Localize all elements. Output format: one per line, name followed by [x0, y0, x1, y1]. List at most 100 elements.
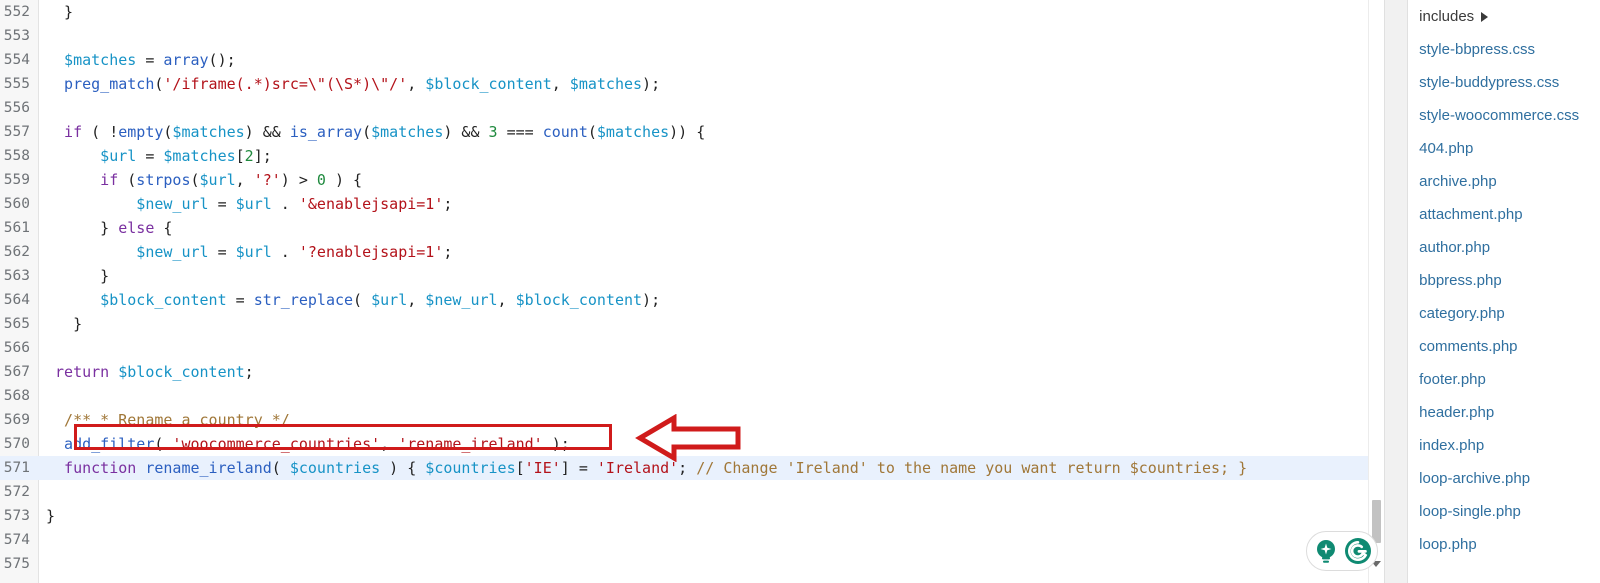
file-tree-file[interactable]: loop-single.php [1407, 495, 1600, 528]
file-tree-folder[interactable]: includes [1407, 0, 1600, 33]
code-token: 'Ireland' [596, 459, 679, 477]
file-item-label: attachment.php [1419, 206, 1523, 223]
code-token: 3 [488, 123, 498, 141]
code-token: count [542, 123, 588, 141]
file-tree-file[interactable]: bbpress.php [1407, 264, 1600, 297]
file-tree-file[interactable]: category.php [1407, 297, 1600, 330]
code-line[interactable]: 553 [0, 24, 1384, 48]
code-line[interactable]: 570 add_filter( 'woocommerce_countries', … [0, 432, 1384, 456]
file-item-label: style-woocommerce.css [1419, 107, 1580, 124]
code-token: , [235, 171, 254, 189]
code-line[interactable]: 571 function rename_ireland( $countries )… [0, 456, 1385, 480]
code-line[interactable]: 567 return $block_content; [0, 360, 1384, 384]
code-line[interactable]: 556 [0, 96, 1384, 120]
code-line[interactable]: 555 preg_match('/iframe(.*)src=\"(\S*)\"/… [0, 72, 1384, 96]
code-editor-pane[interactable]: 552} 553 554 $matches = array(); 555 preg_mat… [0, 0, 1385, 583]
chevron-right-icon[interactable] [1481, 12, 1489, 23]
code-line[interactable]: 557 if ( !empty($matches) && is_array($ma… [0, 120, 1384, 144]
code-token: (); [208, 51, 236, 69]
code-line[interactable]: 565} [0, 312, 1384, 336]
code-token: $block_content [515, 291, 643, 309]
code-line[interactable]: 573} [0, 504, 1384, 528]
file-list[interactable]: includes style-bbpress.css style-buddypres… [1407, 0, 1600, 583]
code-token: if [64, 123, 83, 141]
grammarly-widget[interactable] [1306, 531, 1378, 571]
code-line-text: } [46, 504, 55, 528]
line-number: 559 [3, 172, 30, 188]
code-token: str_replace [253, 291, 354, 309]
file-tree-file[interactable]: attachment.php [1407, 198, 1600, 231]
code-line[interactable]: 569 /** * Rename a country */ [0, 408, 1384, 432]
code-token: $matches [371, 123, 444, 141]
line-number: 572 [3, 484, 30, 500]
code-line[interactable]: 575 [0, 552, 1384, 576]
code-line[interactable]: 552} [0, 0, 1384, 24]
file-tree-file[interactable]: style-buddypress.css [1407, 66, 1600, 99]
file-tree-file[interactable]: index.php [1407, 429, 1600, 462]
code-line[interactable]: 559 if (strpos($url, '?') > 0 ) { [0, 168, 1384, 192]
code-token: /** * Rename a country */ [64, 411, 290, 429]
file-tree-file[interactable]: style-woocommerce.css [1407, 99, 1600, 132]
code-token: = [208, 195, 236, 213]
code-token: ( [353, 291, 372, 309]
code-token: ) && [443, 123, 489, 141]
file-item-label: style-bbpress.css [1419, 41, 1536, 58]
code-token: 'IE' [524, 459, 561, 477]
code-line[interactable]: 563} [0, 264, 1384, 288]
code-token: '&enablejsapi=1' [298, 195, 444, 213]
line-number: 569 [3, 412, 30, 428]
file-tree-file[interactable]: 404.php [1407, 132, 1600, 165]
code-line[interactable]: 561} else { [0, 216, 1384, 240]
file-tree-file[interactable]: header.php [1407, 396, 1600, 429]
file-tree-file[interactable]: archive.php [1407, 165, 1600, 198]
code-token: [ [515, 459, 525, 477]
code-token: is_array [289, 123, 363, 141]
editor-scrollbar-thumb[interactable] [1372, 500, 1382, 543]
file-tree-file[interactable]: comments.php [1407, 330, 1600, 363]
code-content[interactable]: 552} 553 554 $matches = array(); 555 preg_mat… [0, 0, 1385, 583]
line-number: 563 [3, 268, 30, 284]
line-number: 574 [3, 532, 30, 548]
grammarly-logo-icon[interactable] [1343, 536, 1373, 566]
file-tree-file[interactable]: author.php [1407, 231, 1600, 264]
line-number: 556 [3, 100, 30, 116]
code-token: === [497, 123, 543, 141]
file-tree-file[interactable]: loop.php [1407, 528, 1600, 561]
code-line[interactable]: 564 $block_content = str_replace( $url, $… [0, 288, 1384, 312]
line-number: 564 [3, 292, 30, 308]
code-token: $block_content [425, 75, 552, 93]
code-token: preg_match [64, 75, 155, 93]
code-line[interactable]: 560 $new_url = $url . '&enablejsapi=1'; [0, 192, 1384, 216]
code-line[interactable]: 554 $matches = array(); [0, 48, 1384, 72]
code-token: $matches [596, 123, 670, 141]
code-token: $block_content [100, 291, 227, 309]
code-token: } [100, 219, 119, 237]
line-number: 561 [3, 220, 30, 236]
line-number: 570 [3, 436, 30, 452]
code-line[interactable]: 566 [0, 336, 1384, 360]
code-token: $url [199, 171, 236, 189]
code-line[interactable]: 568 [0, 384, 1384, 408]
code-line[interactable]: 574 [0, 528, 1384, 552]
file-tree-file[interactable]: footer.php [1407, 363, 1600, 396]
code-token: ( ! [82, 123, 119, 141]
file-tree-file[interactable]: loop-archive.php [1407, 462, 1600, 495]
code-line[interactable]: 572 [0, 480, 1384, 504]
file-browser-panel[interactable]: includes style-bbpress.css style-buddypres… [1384, 0, 1600, 583]
code-line[interactable]: 562 $new_url = $url . '?enablejsapi=1'; [0, 240, 1384, 264]
code-token: ] = [560, 459, 597, 477]
code-line-text: } [64, 0, 73, 24]
grammarly-bulb-icon[interactable] [1311, 536, 1341, 566]
code-token: ); [542, 435, 570, 453]
code-line[interactable]: 558 $url = $matches[2]; [0, 144, 1384, 168]
line-number: 560 [3, 196, 30, 212]
editor-scrollbar[interactable] [1368, 0, 1385, 583]
code-token: add_filter [64, 435, 155, 453]
code-token: $block_content [118, 363, 245, 381]
code-token: $matches [163, 147, 236, 165]
code-token: $url [100, 147, 137, 165]
code-token: = [136, 147, 164, 165]
code-token: ( [587, 123, 597, 141]
file-tree-file[interactable]: style-bbpress.css [1407, 33, 1600, 66]
file-item-label: 404.php [1419, 140, 1474, 157]
